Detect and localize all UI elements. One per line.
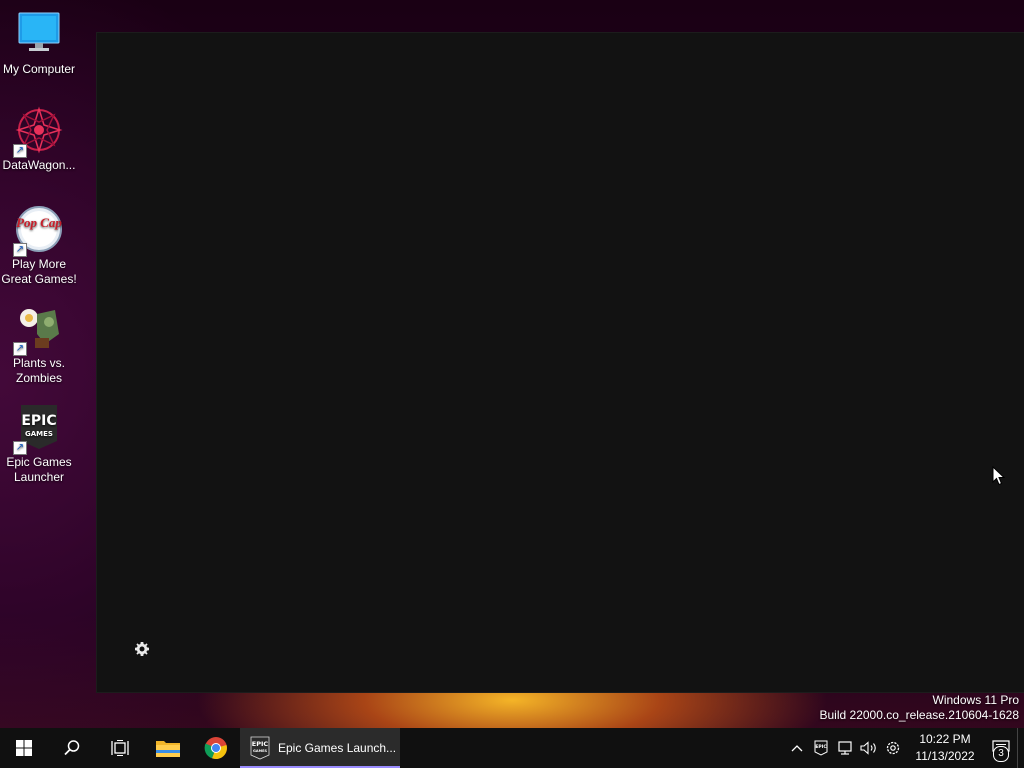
desktop-icon-datawagon[interactable]: ↗ DataWagon... — [0, 106, 79, 173]
shortcut-arrow-icon: ↗ — [13, 144, 27, 158]
svg-text:GAMES: GAMES — [253, 749, 267, 753]
settings-tray-gear-icon[interactable] — [881, 728, 905, 768]
launcher-window — [97, 33, 1024, 692]
search-button[interactable] — [48, 728, 96, 768]
task-view-icon — [111, 740, 129, 756]
svg-text:EPIC: EPIC — [252, 740, 269, 748]
network-icon[interactable] — [833, 728, 857, 768]
volume-icon[interactable] — [857, 728, 881, 768]
taskbar-clock[interactable]: 10:22 PM 11/13/2022 — [909, 731, 981, 765]
taskbar-app-epic-games[interactable]: EPIC GAMES Epic Games Launch... — [240, 728, 400, 768]
desktop-icon-label: My Computer — [2, 62, 76, 76]
svg-text:EPIC: EPIC — [21, 413, 56, 429]
chrome-icon — [204, 737, 227, 760]
folder-icon — [156, 741, 180, 757]
popcap-icon: Pop Cap ↗ — [13, 205, 63, 257]
notification-count-badge: 3 — [993, 746, 1009, 762]
taskbar-app-label: Epic Games Launch... — [278, 741, 397, 755]
notification-center-button[interactable]: 3 — [985, 728, 1017, 768]
desktop-icon-my-computer[interactable]: My Computer — [0, 10, 79, 77]
desktop-icon-label: Epic Games Launcher — [6, 455, 72, 484]
svg-text:Pop Cap: Pop Cap — [16, 215, 62, 230]
file-explorer-button[interactable] — [144, 728, 192, 768]
task-view-button[interactable] — [96, 728, 144, 768]
shortcut-arrow-icon: ↗ — [13, 441, 27, 455]
desktop-icon-label: Play More Great Games! — [1, 257, 77, 286]
epic-games-icon: EPIC GAMES ↗ — [13, 403, 63, 455]
start-button[interactable] — [0, 728, 48, 768]
svg-text:GAMES: GAMES — [25, 430, 53, 438]
datawagon-icon: ↗ — [13, 106, 63, 158]
windows-logo-icon — [16, 740, 32, 756]
search-icon — [64, 740, 80, 756]
epic-games-tray-icon[interactable]: EPIC — [809, 728, 833, 768]
shortcut-arrow-icon: ↗ — [13, 243, 27, 257]
svg-text:EPIC: EPIC — [815, 744, 827, 750]
system-tray: EPIC 10:22 PM 11/13/2022 3 — [785, 728, 1024, 768]
monitor-icon — [15, 10, 63, 58]
clock-time: 10:22 PM — [919, 732, 971, 746]
gear-icon[interactable] — [133, 641, 151, 659]
desktop-icon-label: DataWagon... — [2, 158, 76, 172]
plants-vs-zombies-icon: ↗ — [13, 304, 63, 356]
desktop-icon-label: Plants vs. Zombies — [12, 356, 66, 385]
windows-watermark: Windows 11 Pro Build 22000.co_release.21… — [820, 693, 1020, 723]
chrome-button[interactable] — [192, 728, 240, 768]
watermark-edition: Windows 11 Pro — [932, 693, 1019, 707]
shortcut-arrow-icon: ↗ — [13, 342, 27, 356]
desktop-icon-epic-games[interactable]: EPIC GAMES ↗ Epic Games Launcher — [0, 403, 79, 485]
chevron-up-icon[interactable] — [785, 728, 809, 768]
desktop-icon-plants-vs-zombies[interactable]: ↗ Plants vs. Zombies — [0, 304, 79, 386]
epic-games-icon: EPIC GAMES — [250, 736, 270, 760]
mouse-cursor-icon — [992, 465, 1006, 491]
desktop-icon-popcap[interactable]: Pop Cap ↗ Play More Great Games! — [0, 205, 79, 287]
show-desktop-button[interactable] — [1017, 728, 1024, 768]
taskbar: EPIC GAMES Epic Games Launch... EPIC 10:… — [0, 728, 1024, 768]
watermark-build: Build 22000.co_release.210604-1628 — [819, 708, 1020, 722]
clock-date: 11/13/2022 — [915, 749, 975, 763]
